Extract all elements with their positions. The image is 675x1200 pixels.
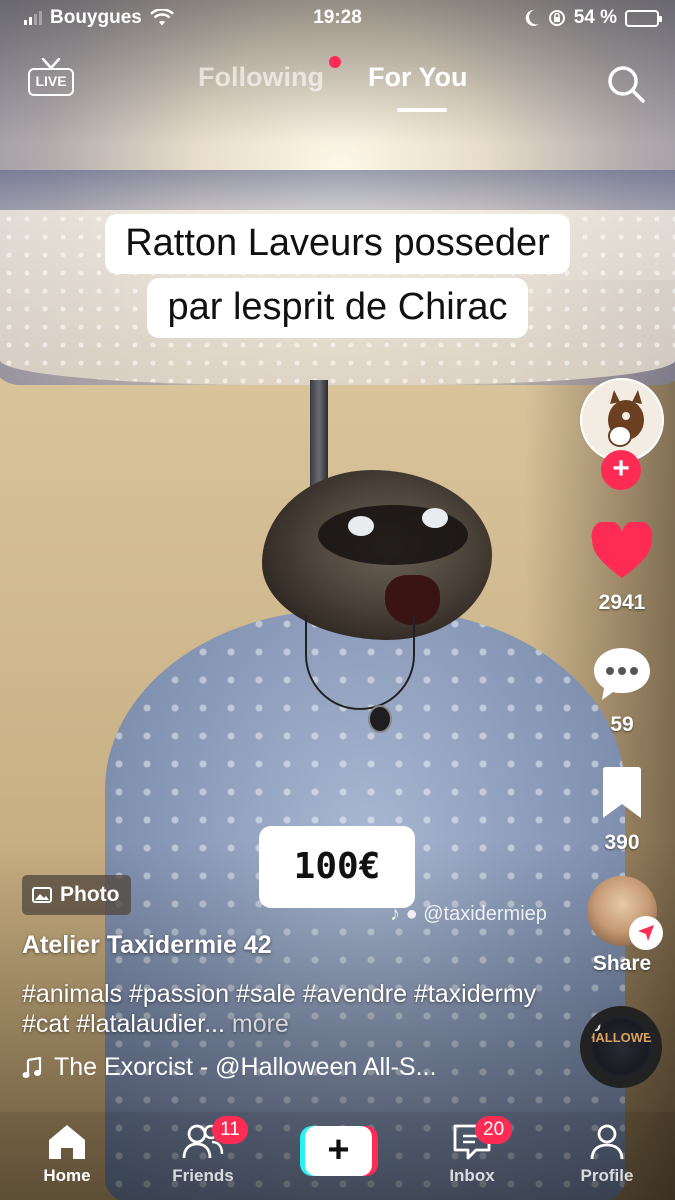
- share-contact-avatar: [587, 876, 663, 950]
- more-link[interactable]: more: [232, 1010, 289, 1038]
- comment-bubble-icon: [594, 648, 650, 700]
- tab-profile-label: Profile: [580, 1166, 634, 1185]
- creator-watermark: ♪ ● @taxidermiep: [390, 903, 547, 925]
- music-disc-text: HALLOWEEN: [586, 1030, 662, 1045]
- photo-mode-badge: Photo: [22, 875, 132, 915]
- overlay-caption-line-2: par lesprit de Chirac: [0, 278, 675, 338]
- friends-badge: 11: [212, 1116, 248, 1144]
- inbox-badge: 20: [475, 1116, 513, 1144]
- status-bar: Bouygues 19:28 54 %: [0, 0, 675, 40]
- plus-icon: +: [305, 1126, 372, 1176]
- share-button[interactable]: Share: [580, 876, 664, 976]
- search-icon[interactable]: [604, 62, 648, 106]
- tab-home[interactable]: Home: [12, 1122, 122, 1186]
- active-tab-indicator: [397, 108, 447, 112]
- top-navigation: LIVE Following For You: [0, 52, 675, 112]
- image-icon: [32, 887, 52, 903]
- profile-icon: [590, 1124, 624, 1160]
- home-icon: [49, 1125, 85, 1159]
- share-label: Share: [592, 952, 652, 975]
- following-notification-dot: [329, 56, 341, 68]
- post-description[interactable]: #animals #passion #sale #avendre #taxide…: [22, 979, 562, 1039]
- tab-profile[interactable]: Profile: [552, 1122, 662, 1186]
- tab-following[interactable]: Following: [198, 62, 324, 93]
- music-title: The Exorcist - @Halloween All-S...: [54, 1053, 437, 1081]
- heart-icon: [591, 520, 653, 578]
- moon-icon: [525, 9, 539, 26]
- tab-home-label: Home: [43, 1166, 91, 1185]
- tab-for-you[interactable]: For You: [368, 62, 468, 93]
- music-info[interactable]: The Exorcist - @Halloween All-S...: [22, 1053, 436, 1082]
- like-count: 2941: [598, 591, 646, 614]
- person-icon: ●: [405, 903, 418, 925]
- like-button[interactable]: 2941: [580, 520, 664, 615]
- comment-button[interactable]: 59: [580, 646, 664, 737]
- battery-percent: 54 %: [573, 7, 617, 28]
- live-button[interactable]: LIVE: [28, 58, 74, 98]
- tab-friends-label: Friends: [172, 1166, 234, 1185]
- cat-dog-logo-icon: [608, 390, 644, 447]
- comment-count: 59: [610, 713, 634, 736]
- tiktok-note-icon: ♪: [390, 903, 400, 925]
- bookmark-count: 390: [604, 831, 640, 854]
- follow-button[interactable]: +: [601, 450, 641, 490]
- create-button[interactable]: +: [300, 1126, 378, 1176]
- battery-icon: [625, 9, 662, 27]
- tab-inbox[interactable]: 20 Inbox: [417, 1116, 527, 1186]
- tab-inbox-label: Inbox: [449, 1166, 495, 1185]
- bookmark-icon: [603, 767, 641, 818]
- live-label: LIVE: [28, 68, 74, 96]
- bookmark-button[interactable]: 390: [580, 766, 664, 855]
- tab-friends[interactable]: 11 Friends: [148, 1116, 258, 1186]
- music-disc[interactable]: 99 HALLOWEEN: [580, 1006, 662, 1088]
- price-tag: 100€: [259, 826, 415, 908]
- overlay-caption-line-1: Ratton Laveurs posseder: [0, 214, 675, 274]
- send-icon: [629, 916, 663, 950]
- music-note-icon: [22, 1056, 42, 1078]
- creator-username[interactable]: Atelier Taxidermie 42: [22, 931, 272, 960]
- rotation-lock-icon: [548, 10, 565, 26]
